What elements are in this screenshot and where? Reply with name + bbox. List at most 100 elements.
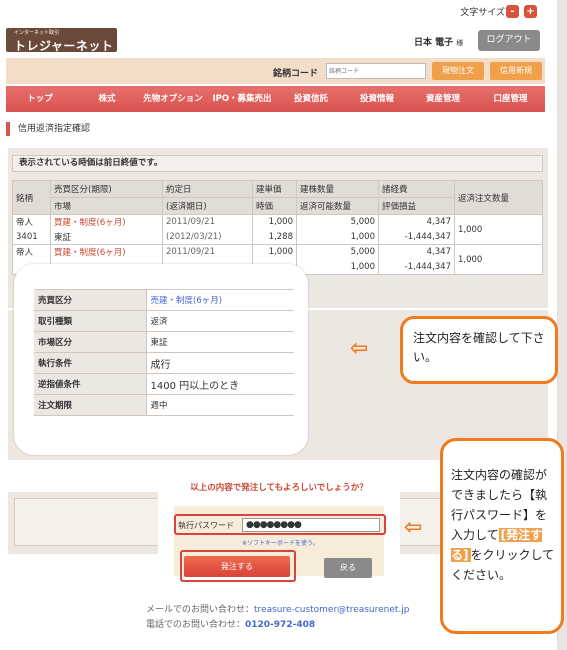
- nav-stocks[interactable]: 株式: [74, 86, 140, 112]
- font-size-label: 文字サイズ: [460, 8, 505, 18]
- row-date: 2011/09/21: [162, 244, 253, 260]
- arrow-left-icon: ⇦: [350, 336, 369, 361]
- row-type: 買建・制度(6ヶ月): [50, 244, 163, 260]
- font-decrease-button[interactable]: -: [506, 5, 519, 18]
- stock-code-bar: 銘柄コード 現物注文 信用新規: [6, 58, 545, 84]
- row-date: 2011/09/21: [162, 214, 253, 230]
- row-market-price: 1,288: [252, 229, 297, 245]
- confirm-question: 以上の内容で発注してもよろしいでしょうか？: [190, 483, 368, 493]
- detail-key: 売買区分: [34, 289, 146, 311]
- col-market-price-header: 時価: [252, 197, 297, 215]
- detail-value: 売建・制度(6ヶ月): [145, 289, 294, 311]
- margin-new-button[interactable]: 信用新規: [490, 62, 542, 80]
- col-due-header: (返済期日): [162, 197, 253, 215]
- password-input[interactable]: ●●●●●●●●: [242, 518, 380, 532]
- col-price-header: 建単価: [252, 180, 297, 198]
- user-name: 日本 電子 様: [414, 35, 463, 48]
- detail-value: 返済: [145, 310, 294, 332]
- back-button[interactable]: 戻る: [324, 558, 372, 578]
- callout-confirm-order: 注文内容を確認して下さい。: [400, 316, 558, 384]
- detail-value: 週中: [145, 394, 294, 416]
- row-avail: 1,000: [296, 229, 379, 245]
- order-detail-table: 売買区分 売建・制度(6ヶ月) 取引種類 返済 市場区分 東証 執行条件 成行 …: [34, 289, 294, 416]
- top-bar: 文字サイズ - +: [0, 0, 567, 24]
- row-qty: 5,000: [296, 244, 379, 260]
- password-highlight: 執行パスワード ●●●●●●●●: [174, 514, 386, 535]
- nav-ipo[interactable]: IPO・募集売出: [204, 86, 280, 112]
- detail-row: 執行条件 成行: [34, 352, 294, 374]
- password-label: 執行パスワード: [178, 521, 234, 530]
- footer-mail-label: メールでのお問い合わせ：: [146, 605, 255, 615]
- nav-asset-management[interactable]: 資産管理: [410, 86, 476, 112]
- nav-investment-info[interactable]: 投資情報: [344, 86, 410, 112]
- row-price: 1,000: [252, 244, 297, 260]
- detail-key: 逆指値条件: [34, 373, 146, 395]
- footer-tel: 電話でのお問い合わせ：0120-972-408: [146, 617, 315, 630]
- col-type-header: 売買区分(期限): [50, 180, 163, 198]
- logout-button[interactable]: ログアウト: [478, 30, 540, 51]
- nav-futures-options[interactable]: 先物オプション: [140, 86, 206, 112]
- password-area: 執行パスワード ●●●●●●●● ※ソフトキーボードを使う。 発注する 戻る: [174, 506, 386, 582]
- page-title: 信用返済指定確認: [6, 122, 90, 136]
- price-notice: 表示されている時価は前日終値です。: [12, 155, 543, 172]
- col-pnl-header: 評価損益: [378, 197, 455, 215]
- arrow-left-icon: ⇦: [404, 515, 423, 540]
- col-date-header: 約定日: [162, 180, 253, 198]
- main-nav: トップ 株式 先物オプション IPO・募集売出 投資信託 投資情報 資産管理 口…: [6, 86, 545, 112]
- col-market-header: 市場: [50, 197, 163, 215]
- detail-row: 市場区分 東証: [34, 331, 294, 353]
- soft-keyboard-link[interactable]: ※ソフトキーボードを使う。: [242, 538, 319, 547]
- row-pnl: -1,444,347: [378, 259, 455, 275]
- detail-key: 注文期限: [34, 394, 146, 416]
- nav-top[interactable]: トップ: [6, 86, 74, 112]
- logo[interactable]: インターネット取引 トレジャーネット: [6, 28, 117, 53]
- nav-mutual-funds[interactable]: 投資信託: [280, 86, 342, 112]
- col-cost-header: 諸経費: [378, 180, 455, 198]
- row-code: 3401: [12, 229, 51, 245]
- footer-tel-number: 0120-972-408: [245, 620, 316, 630]
- row-pnl: -1,444,347: [378, 229, 455, 245]
- detail-row: 逆指値条件 1400 円以上のとき: [34, 373, 294, 395]
- user-name-text: 日本 電子: [414, 38, 454, 48]
- user-suffix: 様: [456, 39, 464, 47]
- col-avail-header: 返済可能数量: [296, 197, 379, 215]
- col-order-qty-header: 返済注文数量: [454, 180, 543, 215]
- detail-row: 注文期限 週中: [34, 394, 294, 416]
- footer-tel-label: 電話でのお問い合わせ：: [146, 620, 246, 630]
- row-type: 買建・制度(6ヶ月): [50, 214, 163, 230]
- footer-mail-link[interactable]: treasure-customer@treasurenet.jp: [254, 605, 410, 615]
- row-order-qty: 1,000: [454, 214, 543, 245]
- stock-code-input[interactable]: [326, 63, 426, 79]
- detail-key: 取引種類: [34, 310, 146, 332]
- nav-account-management[interactable]: 口座管理: [476, 86, 545, 112]
- logo-title: トレジャーネット: [14, 39, 114, 53]
- col-qty-header: 建株数量: [296, 180, 379, 198]
- row-qty: 5,000: [296, 214, 379, 230]
- row-name: 帝人: [12, 214, 51, 230]
- stock-code-label: 銘柄コード: [273, 69, 319, 79]
- footer-mail: メールでのお問い合わせ：treasure-customer@treasurene…: [146, 602, 410, 615]
- detail-row: 売買区分 売建・制度(6ヶ月): [34, 289, 294, 311]
- table-row: 帝人 買建・制度(6ヶ月) 2011/09/21 1,000 5,000 4,3…: [12, 244, 543, 275]
- row-avail: 1,000: [296, 259, 379, 275]
- table-header-row: 銘柄 売買区分(期限) 約定日 建単価 建株数量 諸経費 返済注文数量: [12, 180, 543, 215]
- row-market: 東証: [50, 229, 163, 245]
- detail-key: 市場区分: [34, 331, 146, 353]
- row-price: 1,000: [252, 214, 297, 230]
- spot-order-button[interactable]: 現物注文: [432, 62, 484, 80]
- row-cost: 4,347: [378, 244, 455, 260]
- table-row: 帝人 買建・制度(6ヶ月) 2011/09/21 1,000 5,000 4,3…: [12, 214, 543, 245]
- font-increase-button[interactable]: +: [524, 5, 537, 18]
- detail-value: 成行: [145, 352, 294, 374]
- confirm-popup: 以上の内容で発注してもよろしいでしょうか？ 執行パスワード ●●●●●●●● ※…: [158, 462, 400, 597]
- row-due: (2012/03/21): [162, 229, 253, 245]
- order-detail-popup: 売買区分 売建・制度(6ヶ月) 取引種類 返済 市場区分 東証 執行条件 成行 …: [14, 264, 308, 455]
- row-cost: 4,347: [378, 214, 455, 230]
- detail-row: 取引種類 返済: [34, 310, 294, 332]
- row-name: 帝人: [12, 244, 51, 260]
- place-order-button[interactable]: 発注する: [184, 556, 290, 577]
- callout-enter-password: 注文内容の確認ができましたら【執行パスワード】を入力して [発注する] をクリックし…: [440, 438, 564, 634]
- detail-value: 1400 円以上のとき: [145, 373, 294, 395]
- col-name-header: 銘柄: [12, 180, 51, 215]
- detail-value: 東証: [145, 331, 294, 353]
